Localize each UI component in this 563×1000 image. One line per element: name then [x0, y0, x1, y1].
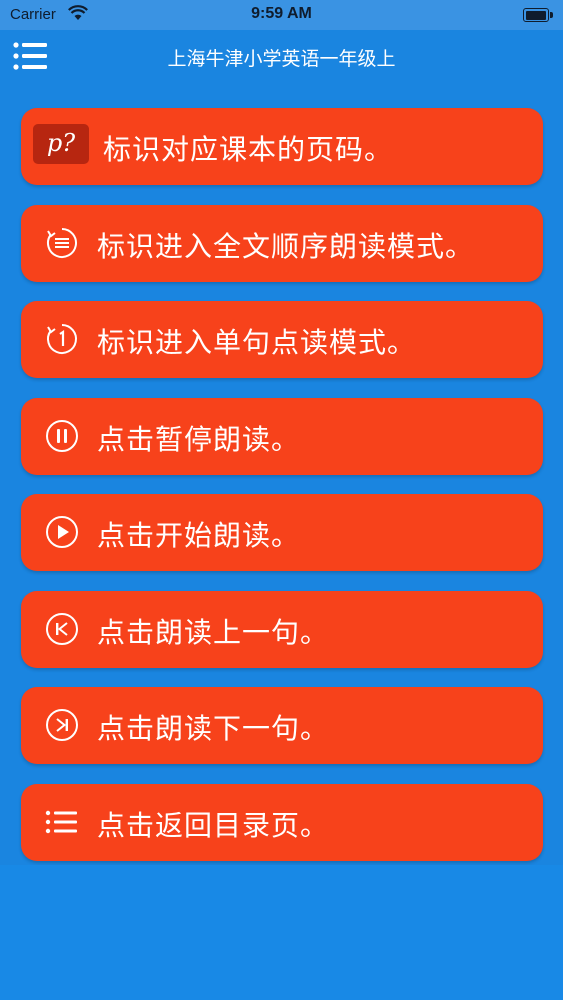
help-item-back-to-contents[interactable]: 点击返回目录页。 — [21, 783, 543, 861]
help-item-label: 点击返回目录页。 — [97, 808, 330, 842]
help-item-label: 点击朗读上一句。 — [97, 615, 330, 649]
list-icon — [45, 810, 77, 833]
next-icon — [46, 709, 78, 741]
previous-icon — [46, 612, 78, 645]
help-item-previous[interactable]: 点击朗读上一句。 — [21, 590, 543, 668]
help-item-pause[interactable]: 点击暂停朗读。 — [21, 397, 543, 475]
sequential-read-icon — [47, 227, 77, 258]
bottom-area — [0, 865, 563, 1000]
clock: 9:59 AM — [251, 5, 312, 22]
help-item-play[interactable]: 点击开始朗读。 — [21, 494, 543, 571]
help-item-label: 点击开始朗读。 — [97, 519, 301, 552]
nav-bar: 上海牛津小学英语一年级上 — [0, 30, 563, 82]
help-item-next[interactable]: 点击朗读下一句。 — [21, 687, 543, 764]
play-icon — [46, 516, 78, 548]
status-bar: Carrier 9:59 AM — [0, 0, 563, 30]
help-item-single-sentence[interactable]: 标识进入单句点读模式。 — [21, 301, 543, 378]
battery-icon — [523, 8, 553, 22]
help-list: p? 标识对应课本的页码。 标识进入全文顺序朗读模式。 标识进入单句点读模式。 … — [21, 108, 543, 880]
battery-level — [525, 10, 546, 20]
pause-icon — [46, 419, 78, 452]
help-item-label: 标识进入全文顺序朗读模式。 — [97, 229, 475, 263]
page-badge-icon: p? — [33, 124, 89, 164]
help-item-page-number[interactable]: p? 标识对应课本的页码。 — [21, 108, 543, 185]
help-item-sequential-read[interactable]: 标识进入全文顺序朗读模式。 — [21, 204, 543, 282]
help-item-label: 标识对应课本的页码。 — [103, 133, 394, 166]
single-sentence-icon — [47, 324, 77, 354]
help-item-label: 标识进入单句点读模式。 — [97, 326, 417, 359]
help-item-label: 点击朗读下一句。 — [97, 712, 330, 745]
page-title: 上海牛津小学英语一年级上 — [167, 48, 396, 70]
help-item-label: 点击暂停朗读。 — [97, 422, 301, 456]
